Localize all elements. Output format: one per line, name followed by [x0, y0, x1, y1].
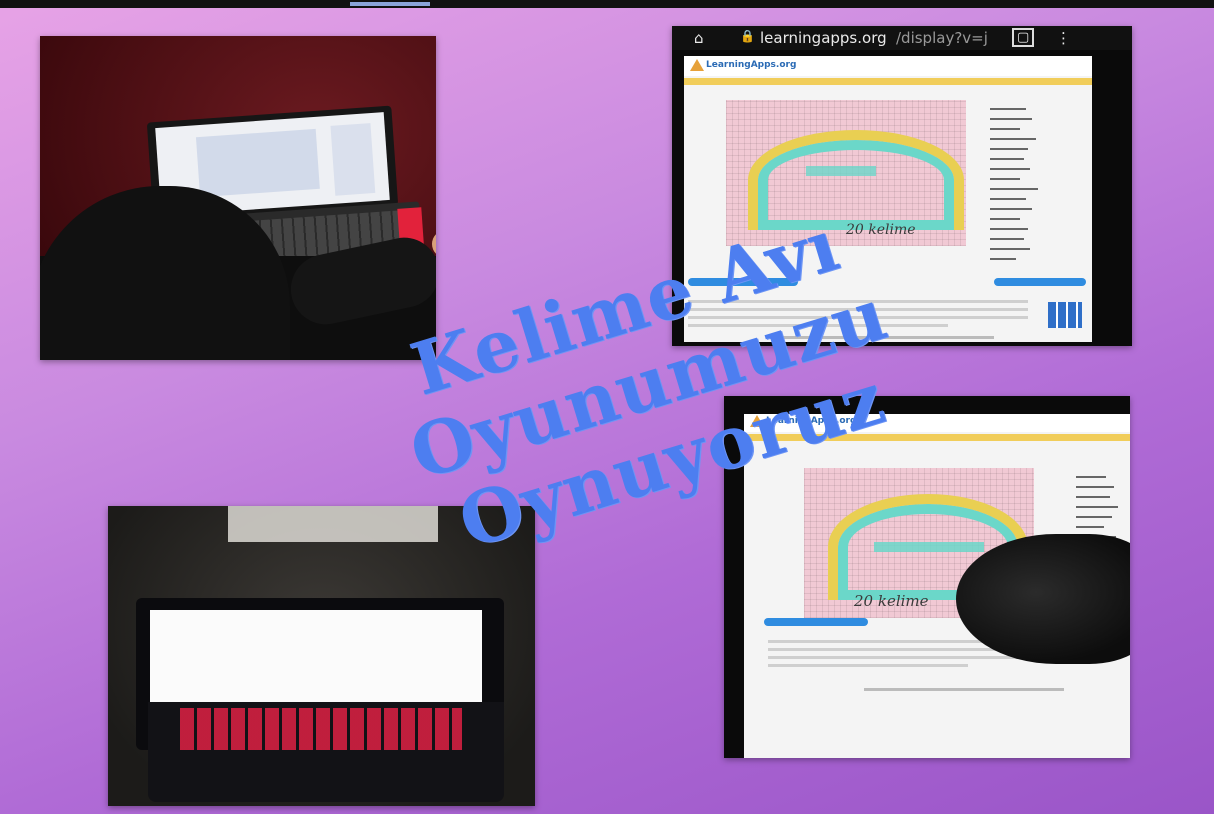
url-domain: learningapps.org: [760, 29, 887, 47]
qr-code-icon: [1048, 302, 1082, 328]
photo-student-hoodie-laptop: [40, 36, 436, 360]
tabs-icon: ▢: [1012, 28, 1035, 47]
more-vert-icon: ⋮: [1056, 29, 1071, 47]
url-path: /display?v=j: [896, 29, 988, 47]
home-icon: ⌂: [694, 29, 704, 47]
site-name: LearningApps.org: [706, 60, 797, 70]
top-strip-highlight: [350, 2, 430, 6]
app-button-left[interactable]: [764, 618, 868, 626]
browser-address-bar: ⌂ 🔒 learningapps.org /display?v=j ▢ ⋮: [672, 26, 1132, 50]
learningapps-logo-icon: [690, 59, 704, 71]
site-menu-bar: [684, 78, 1092, 85]
laptop-base: [148, 702, 504, 802]
top-strip: [0, 0, 1214, 8]
red-backlit-keyboard: [180, 708, 462, 750]
word-count-label: 20 kelime: [854, 592, 929, 610]
lock-icon: 🔒: [740, 29, 755, 43]
